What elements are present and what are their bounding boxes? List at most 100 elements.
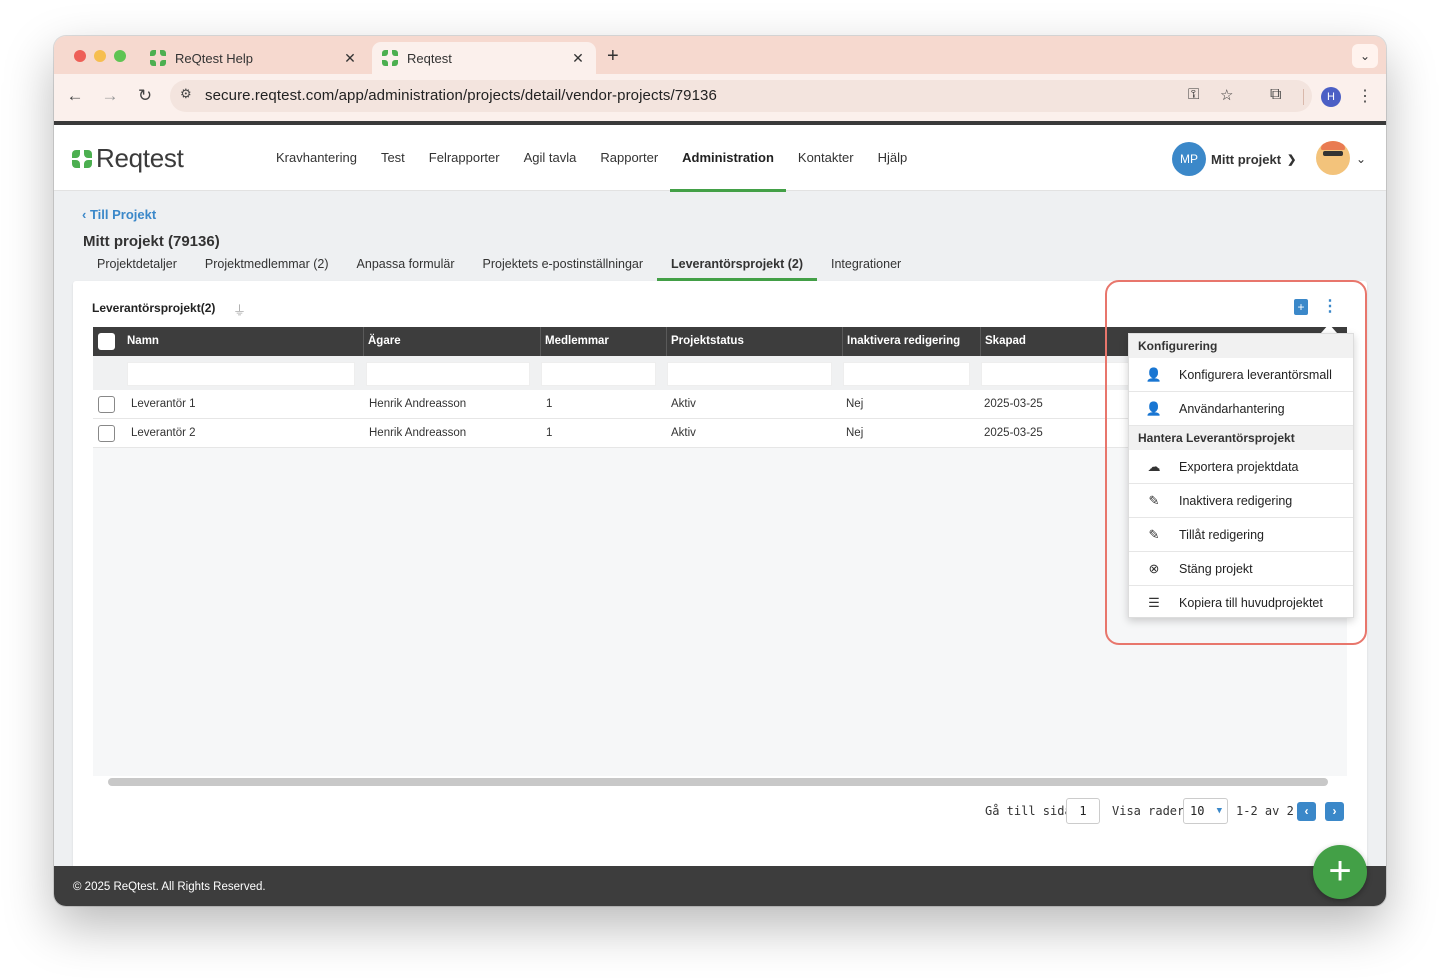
menu-item-label: Exportera projektdata (1179, 459, 1299, 474)
goto-page-input[interactable]: 1 (1066, 798, 1100, 824)
page-range: 1-2 av 2 (1236, 804, 1294, 818)
menu-section-hantera: Hantera Leverantörsprojekt (1129, 426, 1353, 450)
main-nav: Kravhantering Test Felrapporter Agil tav… (264, 125, 920, 192)
chevron-down-icon[interactable]: ⌄ (1356, 152, 1366, 166)
tab-anpassa-formular[interactable]: Anpassa formulär (343, 255, 469, 281)
url-text: secure.reqtest.com/app/administration/pr… (205, 87, 717, 104)
nav-kravhantering[interactable]: Kravhantering (264, 125, 369, 191)
user-plus-icon: 👤 (1145, 400, 1163, 416)
back-arrow-icon[interactable]: ← (64, 86, 86, 106)
back-link[interactable]: ‹ Till Projekt (82, 207, 156, 222)
menu-item-stang-projekt[interactable]: ⊗ Stäng projekt (1129, 552, 1353, 586)
menu-item-label: Tillåt redigering (1179, 527, 1264, 542)
options-dropdown-menu: Konfigurering 👤 Konfigurera leverantörsm… (1128, 333, 1354, 618)
reqtest-favicon-icon (382, 50, 398, 66)
minimize-window-button[interactable] (94, 50, 106, 62)
tab-integrationer[interactable]: Integrationer (817, 255, 915, 281)
column-header[interactable]: Namn (123, 327, 363, 356)
project-selector[interactable]: MP Mitt projekt ❯ (1172, 142, 1296, 176)
tab-projektmedlemmar[interactable]: Projektmedlemmar (2) (191, 255, 343, 281)
maximize-window-button[interactable] (114, 50, 126, 62)
menu-item-label: Konfigurera leverantörsmall (1179, 367, 1332, 382)
close-tab-icon[interactable]: ✕ (342, 50, 358, 67)
column-header[interactable]: Projektstatus (666, 327, 842, 356)
column-header[interactable]: Medlemmar (540, 327, 666, 356)
close-window-button[interactable] (74, 50, 86, 62)
filter-input-namn[interactable] (127, 362, 355, 386)
add-fab-button[interactable]: + (1313, 845, 1367, 899)
cell-agare: Henrik Andreasson (369, 427, 467, 439)
reqtest-logo[interactable]: Reqtest (72, 143, 184, 174)
app-header: Reqtest Kravhantering Test Felrapporter … (54, 125, 1386, 192)
browser-menu-icon[interactable]: ⋮ (1357, 86, 1373, 106)
chevron-down-icon: ❯ (1287, 153, 1297, 166)
reqtest-logo-icon (72, 149, 92, 169)
profile-avatar[interactable]: H (1321, 87, 1341, 107)
cell-skapad: 2025-03-25 (984, 398, 1043, 410)
pencil-icon: ✎ (1148, 526, 1160, 542)
cell-skapad: 2025-03-25 (984, 427, 1043, 439)
app-footer: © 2025 ReQtest. All Rights Reserved. (54, 866, 1386, 906)
tab-e-postinstallningar[interactable]: Projektets e-postinställningar (469, 255, 658, 281)
menu-item-kopiera-till-huvudprojektet[interactable]: ☰ Kopiera till huvudprojektet (1129, 586, 1353, 620)
nav-administration[interactable]: Administration (670, 125, 786, 192)
cell-projektstatus: Aktiv (671, 427, 696, 439)
reqtest-favicon-icon (150, 50, 166, 66)
horizontal-scrollbar[interactable] (108, 778, 1328, 786)
menu-item-inaktivera-redigering[interactable]: ✎ Inaktivera redigering (1129, 484, 1353, 518)
tab-strip: ReQtest Help ✕ Reqtest ✕ + ⌄ (54, 36, 1386, 74)
tab-projektdetaljer[interactable]: Projektdetaljer (83, 255, 191, 281)
pencil-slash-icon: ✎ (1148, 492, 1160, 508)
browser-tab-help[interactable]: ReQtest Help ✕ (140, 42, 368, 74)
bookmark-star-icon[interactable]: ☆ (1220, 86, 1233, 104)
prev-page-button[interactable]: ‹ (1297, 802, 1316, 821)
next-page-button[interactable]: › (1325, 802, 1344, 821)
reload-icon[interactable]: ↻ (134, 86, 156, 106)
menu-item-label: Stäng projekt (1179, 561, 1253, 576)
close-project-icon: ⊗ (1148, 560, 1160, 576)
rows-per-page-value: 10 (1190, 804, 1205, 818)
rows-per-page-select[interactable]: 10 ▼ (1183, 798, 1228, 824)
menu-item-tillat-redigering[interactable]: ✎ Tillåt redigering (1129, 518, 1353, 552)
menu-item-konfigurera-leverantorsmall[interactable]: 👤 Konfigurera leverantörsmall (1129, 358, 1353, 392)
menu-item-anvandarhantering[interactable]: 👤 Användarhantering (1129, 392, 1353, 426)
tab-leverantorsprojekt[interactable]: Leverantörsprojekt (2) (657, 255, 817, 281)
clear-filter-icon[interactable]: ⏚ (233, 300, 246, 319)
close-tab-icon[interactable]: ✕ (570, 50, 586, 67)
filter-input-inaktivera[interactable] (843, 362, 970, 386)
cell-projektstatus: Aktiv (671, 398, 696, 410)
row-checkbox[interactable] (98, 396, 115, 413)
user-avatar[interactable] (1316, 141, 1350, 175)
select-all-checkbox[interactable] (98, 333, 115, 350)
tab-search-chevron-icon[interactable]: ⌄ (1352, 44, 1378, 68)
column-header[interactable]: Ägare (363, 327, 539, 356)
tab-title: ReQtest Help (175, 50, 254, 66)
address-bar[interactable]: ⚙ secure.reqtest.com/app/administration/… (170, 80, 1312, 112)
filter-input-projektstatus[interactable] (667, 362, 832, 386)
nav-felrapporter[interactable]: Felrapporter (417, 125, 512, 191)
grid-title: Leverantörsprojekt(2) (92, 301, 216, 315)
extensions-icon[interactable]: ⧉ (1270, 86, 1281, 104)
browser-tab-reqtest[interactable]: Reqtest ✕ (372, 42, 596, 74)
menu-item-exportera-projektdata[interactable]: ☁ Exportera projektdata (1129, 450, 1353, 484)
cell-medlemmar: 1 (546, 398, 553, 410)
row-checkbox[interactable] (98, 425, 115, 442)
filter-input-medlemmar[interactable] (541, 362, 656, 386)
nav-kontakter[interactable]: Kontakter (786, 125, 866, 191)
rows-per-page-label: Visa rader: (1112, 804, 1192, 818)
back-link-label: Till Projekt (89, 207, 157, 222)
forward-arrow-icon[interactable]: → (99, 86, 121, 106)
nav-hjalp[interactable]: Hjälp (866, 125, 920, 191)
nav-test[interactable]: Test (369, 125, 417, 191)
nav-agil-tavla[interactable]: Agil tavla (512, 125, 589, 191)
filter-input-agare[interactable] (366, 362, 530, 386)
nav-rapporter[interactable]: Rapporter (588, 125, 670, 191)
menu-item-label: Användarhantering (1179, 401, 1285, 416)
project-avatar: MP (1172, 142, 1206, 176)
page-title: Mitt projekt (79136) (83, 233, 220, 250)
new-tab-button[interactable]: + (607, 45, 619, 68)
password-key-icon[interactable]: ⚿ (1188, 86, 1199, 103)
site-settings-icon[interactable]: ⚙ (180, 86, 192, 102)
column-header[interactable]: Inaktivera redigering (842, 327, 980, 356)
chevron-down-icon: ▼ (1216, 806, 1222, 816)
